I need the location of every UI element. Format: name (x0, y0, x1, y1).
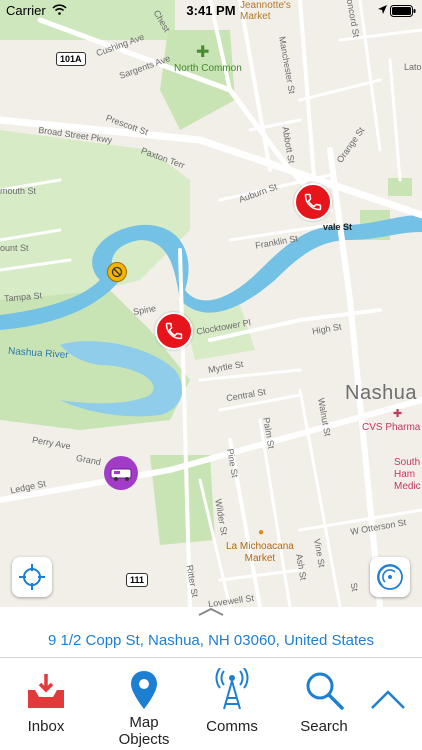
city-label: Nashua (345, 382, 417, 404)
hazard-pin[interactable] (107, 262, 127, 282)
ambulance-icon (110, 468, 132, 481)
tab-more[interactable] (354, 664, 422, 750)
tab-bar: Inbox Map Objects Comms Search (0, 658, 422, 750)
route-shield: 111 (126, 573, 149, 587)
tab-label: Inbox (27, 718, 65, 735)
current-address[interactable]: 9 1/2 Copp St, Nashua, NH 03060, United … (0, 632, 422, 649)
map-pin-icon (131, 671, 157, 709)
phone-icon (304, 193, 322, 211)
street-label: ount St (0, 243, 29, 253)
location-arrow-icon (378, 5, 387, 14)
radar-button[interactable] (370, 557, 410, 597)
street-label: Lato (404, 62, 422, 72)
tab-comms[interactable]: Comms (190, 664, 274, 750)
tab-label: Comms (206, 718, 258, 735)
radio-tower-icon (215, 668, 249, 710)
address-bar[interactable]: 9 1/2 Copp St, Nashua, NH 03060, United … (0, 607, 422, 658)
status-bar: Carrier 3:41 PM (0, 0, 422, 22)
phone-icon (165, 322, 183, 340)
street-label: mouth St (0, 186, 37, 196)
tab-map-objects[interactable]: Map Objects (102, 664, 186, 750)
park-icon: ✚ (196, 44, 210, 61)
map-view[interactable]: Chest Cushing Ave Sargents Ave Broad Str… (0, 0, 422, 607)
poi-cvs[interactable]: CVS Pharma (362, 422, 420, 433)
call-pin[interactable] (294, 183, 332, 221)
inbox-icon (28, 674, 64, 708)
street-label: St (348, 581, 360, 593)
locate-me-button[interactable] (12, 557, 52, 597)
status-time: 3:41 PM (186, 3, 236, 18)
street-label: vale St (323, 222, 353, 232)
crosshair-icon (19, 564, 45, 590)
poi-north-common[interactable]: North Common (174, 63, 242, 74)
drag-handle-icon[interactable] (196, 607, 226, 617)
no-entry-icon (111, 266, 123, 278)
call-pin[interactable] (155, 312, 193, 350)
poi-la-michoacana[interactable]: La Michoacana Market (226, 541, 294, 565)
vehicle-pin[interactable] (104, 456, 138, 490)
poi-southern-nh-medical[interactable]: South Ham Medic (394, 457, 421, 493)
search-icon (306, 672, 344, 710)
tab-inbox[interactable]: Inbox (4, 664, 88, 750)
radar-icon (377, 564, 403, 590)
pharmacy-icon: ✚ (393, 408, 403, 420)
battery-icon (390, 5, 416, 17)
chevron-up-icon (371, 690, 405, 709)
restaurant-icon: ● (258, 527, 265, 538)
tab-label: Map Objects (118, 714, 170, 748)
route-shield: 101A (56, 52, 86, 66)
